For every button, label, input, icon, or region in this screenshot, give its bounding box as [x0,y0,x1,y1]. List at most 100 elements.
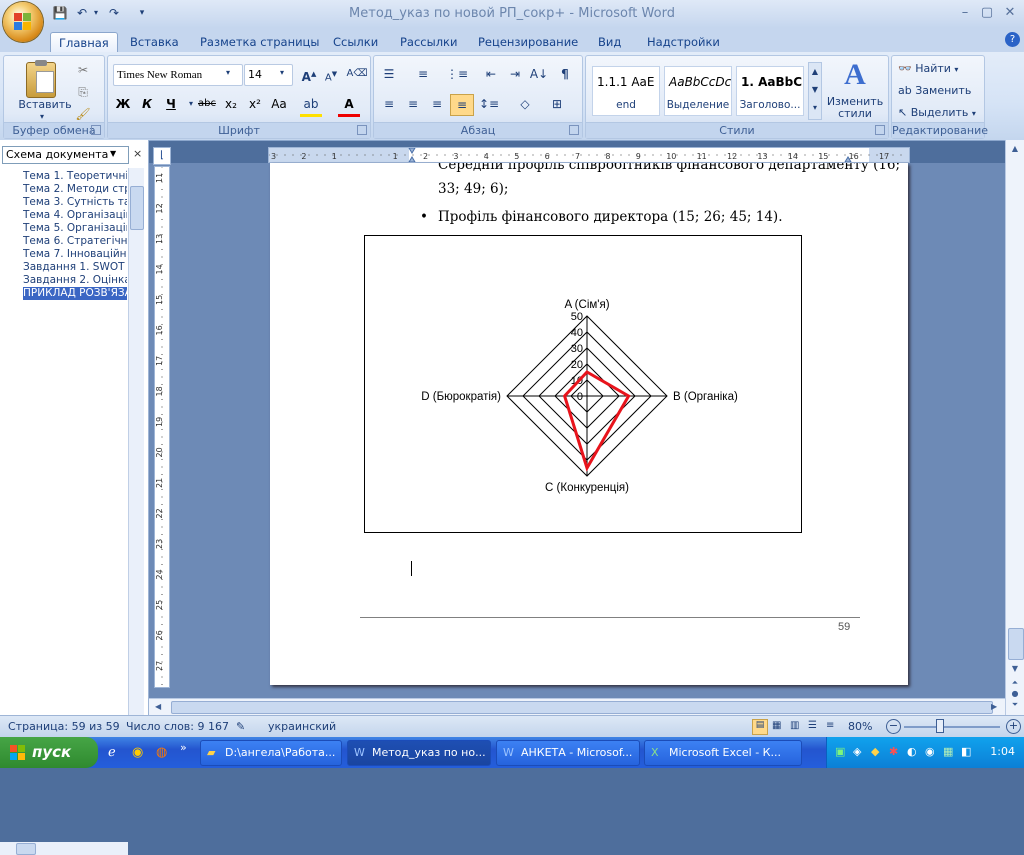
shrink-font-icon[interactable]: A▼ [320,64,342,84]
font-name-dropdown-icon[interactable]: ▾ [226,68,230,77]
change-styles-button[interactable]: Изменить стили [824,96,886,120]
scroll-thumb[interactable] [1008,628,1024,660]
spellcheck-icon[interactable]: ✎ [236,720,245,733]
doc-map-item[interactable]: Тема 3. Сутність та [23,196,127,209]
subscript-button[interactable]: x₂ [220,94,242,114]
zoom-in-icon[interactable]: + [1006,719,1021,734]
tab-home[interactable]: Главная [50,32,118,53]
font-launcher-icon[interactable] [357,125,367,135]
clipboard-launcher-icon[interactable] [91,125,101,135]
grow-font-icon[interactable]: A▲ [298,64,320,84]
browser-icon[interactable]: ◍ [156,745,167,760]
paragraph-launcher-icon[interactable] [569,125,579,135]
radar-series-line[interactable] [565,372,629,468]
outline-icon[interactable]: ☰ [808,720,817,731]
ie-icon[interactable]: ℯ [108,745,116,760]
taskbar-item-anketa[interactable]: WАНКЕТА - Microsof... [496,740,640,766]
find-button[interactable]: 👓 Найти ▾ [898,62,958,75]
change-styles-icon[interactable]: A [830,58,880,92]
full-screen-icon[interactable]: ▦ [772,720,781,731]
selector-dropdown-icon[interactable]: ▼ [110,149,116,158]
draft-icon[interactable]: ≡ [826,720,834,731]
doc-map-item[interactable]: Тема 6. Стратегічни [23,235,127,248]
highlight-icon[interactable]: ab [300,94,322,117]
increase-indent-icon[interactable]: ⇥ [504,64,526,84]
tab-view[interactable]: Вид [590,32,629,52]
change-case-button[interactable]: Aa [268,94,290,114]
tray-icon[interactable]: ▦ [943,745,953,758]
doc-map-item[interactable]: Тема 1. Теоретичні о [23,170,127,183]
line-spacing-icon[interactable]: ↕≡ [478,94,500,114]
format-painter-icon[interactable]: 🖌 [72,104,94,124]
style-end[interactable]: 1.1.1 AaE end [592,66,660,116]
paste-icon[interactable] [26,62,56,98]
multilevel-list-icon[interactable]: ⋮≡ [446,64,468,84]
styles-scroll[interactable]: ▲▼▾ [808,62,822,120]
sort-icon[interactable]: A↓ [528,64,550,84]
taskbar-item-excel[interactable]: XMicrosoft Excel - К... [644,740,802,766]
tray-icon[interactable]: ◉ [925,745,935,758]
web-layout-icon[interactable]: ▥ [790,720,799,731]
document-map-scrollbar[interactable] [128,168,144,716]
doc-map-item[interactable]: Тема 5. Організацій [23,222,127,235]
doc-map-item[interactable]: ПРИКЛАД РОЗВ'ЯЗАН [23,287,127,300]
borders-icon[interactable]: ⊞ [546,94,568,114]
underline-button[interactable]: Ч [160,94,182,114]
hscroll-thumb[interactable] [171,701,993,714]
taskbar-item-folder[interactable]: ▰D:\ангела\Работа... [200,740,342,766]
close-pane-icon[interactable]: × [133,147,142,160]
paste-dropdown-icon[interactable]: ▾ [40,112,44,121]
tray-icon[interactable]: ◆ [871,745,879,758]
tab-mailings[interactable]: Рассылки [392,32,465,52]
paste-button[interactable]: Вставить [10,98,80,111]
tab-addins[interactable]: Надстройки [639,32,728,52]
superscript-button[interactable]: x² [244,94,266,114]
tray-icon[interactable]: ✱ [889,745,898,758]
shading-icon[interactable]: ◇ [514,94,536,114]
copy-icon[interactable]: ⎘ [72,82,94,102]
zoom-thumb[interactable] [936,719,944,733]
horizontal-ruler[interactable]: 3211234567891011121314151617 [268,147,910,163]
doc-map-item[interactable]: Тема 4. Організацій [23,209,127,222]
align-right-icon[interactable]: ≡ [426,94,448,114]
align-left-icon[interactable]: ≡ [378,94,400,114]
start-button[interactable]: пуск [0,737,98,768]
bullets-icon[interactable]: ☰ [378,64,400,84]
font-name-field[interactable]: Times New Roman [113,64,243,86]
font-size-dropdown-icon[interactable]: ▾ [280,68,284,77]
office-button[interactable] [3,2,43,42]
help-icon[interactable]: ? [1005,32,1020,47]
font-color-icon[interactable]: A [338,94,360,117]
show-marks-icon[interactable]: ¶ [554,64,576,84]
radar-chart[interactable]: 01020304050A (Сім'я)B (Органіка)C (Конку… [364,235,802,533]
strikethrough-button[interactable]: abc [196,94,218,114]
align-center-icon[interactable]: ≡ [402,94,424,114]
bold-button[interactable]: Ж [112,94,134,114]
print-layout-icon[interactable]: ▤ [752,719,768,735]
scroll-down-icon[interactable]: ▼ [1008,664,1022,673]
page-indicator[interactable]: Страница: 59 из 59 [8,720,120,733]
document-page[interactable]: Середній профіль співробітників фінансов… [270,163,908,685]
restore-button[interactable]: ▢ [978,5,996,21]
doc-map-item[interactable]: Тема 2. Методи стра [23,183,127,196]
italic-button[interactable]: К [136,94,158,114]
vertical-ruler[interactable]: 1112131415161718192021222324252627 [154,166,170,688]
tab-selector-icon[interactable]: ⌊ [153,147,171,165]
horizontal-scrollbar[interactable]: ◀ ▶ [149,698,1005,716]
tab-insert[interactable]: Вставка [122,32,187,52]
language-indicator[interactable]: украинский [268,720,336,733]
font-size-field[interactable]: 14 [244,64,293,86]
zoom-slider[interactable] [904,726,1000,728]
tab-references[interactable]: Ссылки [325,32,386,52]
style-heading[interactable]: 1. AaBbC Заголово... [736,66,804,116]
scroll-right-icon[interactable]: ▶ [991,702,997,711]
word-count[interactable]: Число слов: 9 167 [126,720,229,733]
taskbar-item-word-doc[interactable]: WМетод_указ по но... [347,740,491,766]
previous-page-icon[interactable]: ⏶ [1008,678,1022,688]
justify-icon[interactable]: ≡ [450,94,474,116]
tray-icon[interactable]: ▣ [835,745,845,758]
scroll-left-icon[interactable]: ◀ [155,702,161,711]
close-button[interactable]: ✕ [1001,5,1019,21]
style-emphasis[interactable]: AaBbCcDc Выделение [664,66,732,116]
styles-launcher-icon[interactable] [875,125,885,135]
